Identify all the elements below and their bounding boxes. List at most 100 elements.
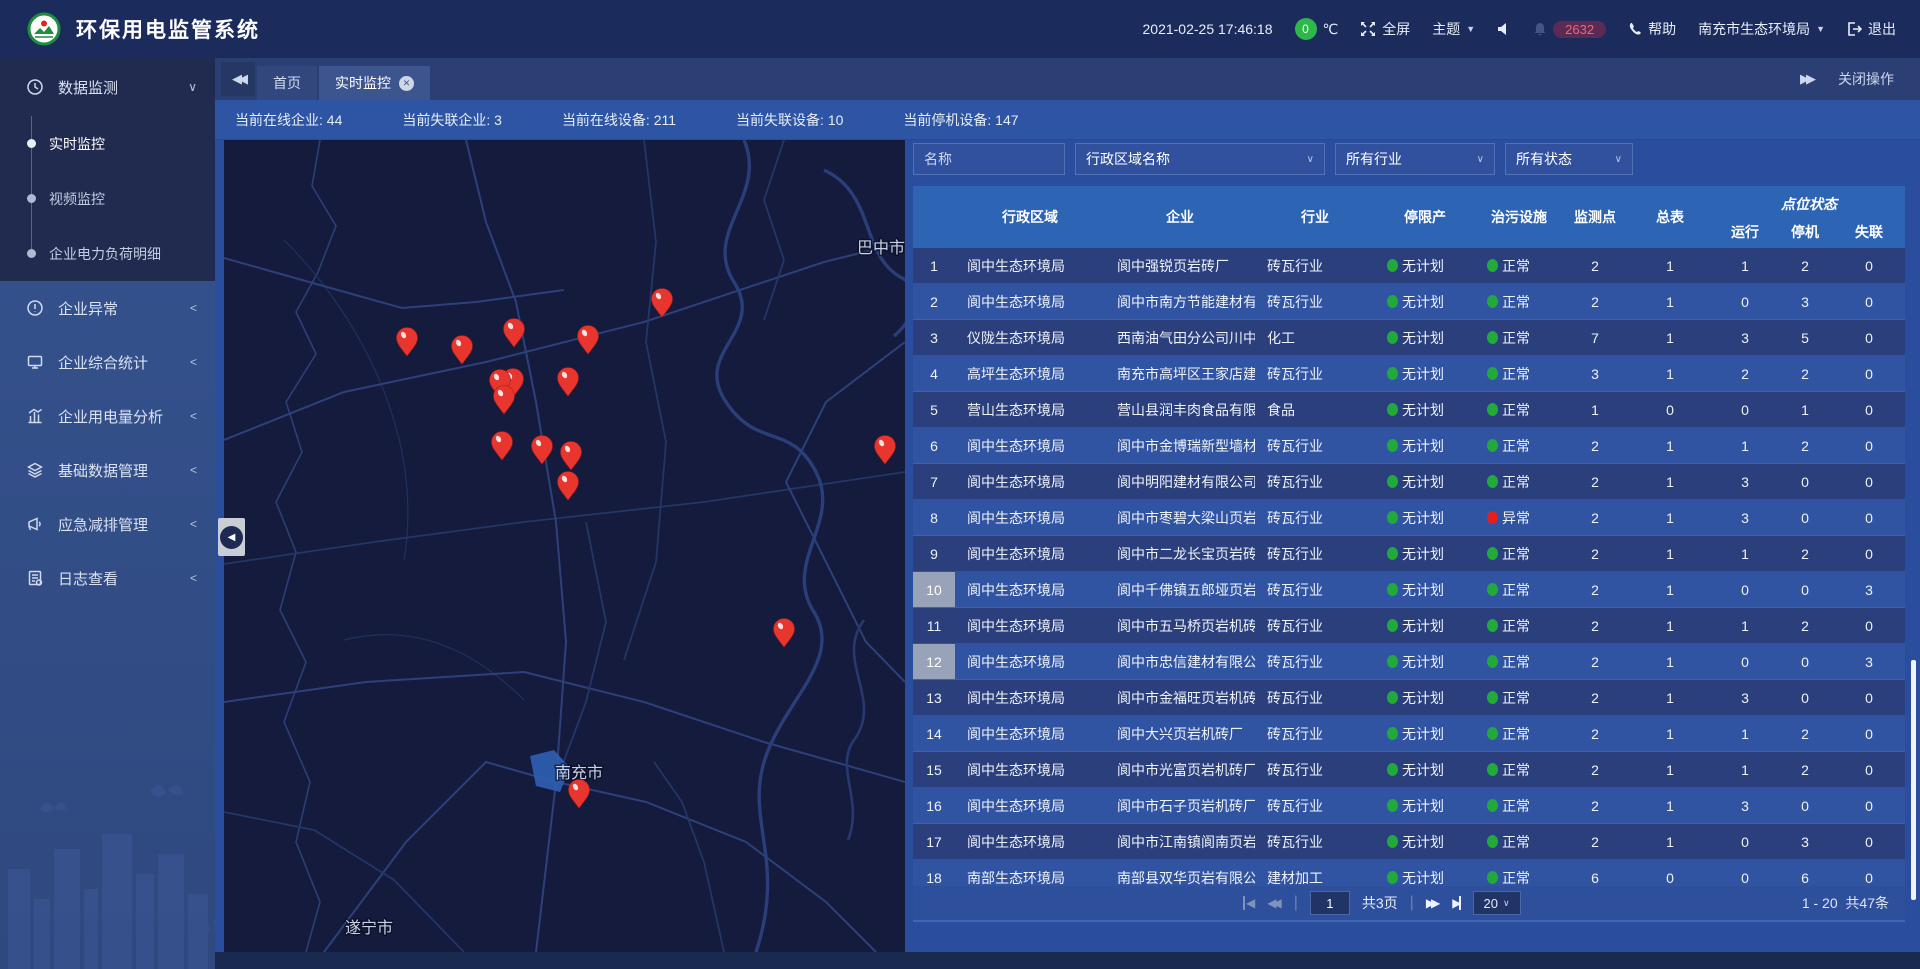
org-dropdown[interactable]: 南充市生态环境局▼ (1698, 19, 1825, 39)
column-header-停限产[interactable]: 停限产 (1375, 186, 1475, 248)
sidebar-item-企业异常[interactable]: 企业异常< (0, 281, 215, 335)
table-row[interactable]: 6阆中生态环境局阆中市金博瑞新型墙材砖瓦行业无计划正常21120 (913, 428, 1905, 464)
cell-points: 1 (1563, 392, 1627, 427)
row-index: 12 (913, 644, 955, 679)
cell-company: 阆中市南方节能建材有 (1105, 284, 1255, 319)
cell-facility: 正常 (1475, 680, 1563, 715)
logout-button[interactable]: 退出 (1847, 19, 1896, 39)
table-row[interactable]: 3仪陇生态环境局西南油气田分公司川中化工无计划正常71350 (913, 320, 1905, 356)
page-size-select[interactable]: 20∨ (1473, 891, 1521, 915)
cell-facility: 正常 (1475, 464, 1563, 499)
app-window: 环保用电监管系统 2021-02-25 17:46:18 0 ℃ 全屏 主题▼ (0, 0, 1920, 969)
vertical-scrollbar[interactable] (1911, 660, 1916, 900)
table-header: 行政区域企业行业停限产治污设施监测点总表点位状态运行停机失联 (913, 186, 1905, 248)
table-row[interactable]: 2阆中生态环境局阆中市南方节能建材有砖瓦行业无计划正常21030 (913, 284, 1905, 320)
fullscreen-button[interactable]: 全屏 (1360, 19, 1410, 39)
status-dot-icon (1387, 367, 1398, 380)
cell-region: 阆中生态环境局 (955, 644, 1105, 679)
cell-points: 2 (1563, 572, 1627, 607)
column-header-行业[interactable]: 行业 (1255, 186, 1375, 248)
sidebar-item-基础数据管理[interactable]: 基础数据管理< (0, 443, 215, 497)
tabs-scroll-left-button[interactable]: ◀◀ (221, 62, 255, 96)
table-row[interactable]: 5营山生态环境局营山县润丰肉食品有限食品无计划正常10010 (913, 392, 1905, 428)
column-header-治污设施[interactable]: 治污设施 (1475, 186, 1563, 248)
cell-facility: 正常 (1475, 644, 1563, 679)
cell-company: 阆中市五马桥页岩机砖 (1105, 608, 1255, 643)
sidebar-item-日志查看[interactable]: 日志查看< (0, 551, 215, 605)
sidebar-item-应急减排管理[interactable]: 应急减排管理< (0, 497, 215, 551)
status-dot-icon (1387, 835, 1398, 848)
column-header-停机[interactable]: 停机 (1777, 216, 1833, 248)
help-button[interactable]: 帮助 (1628, 19, 1676, 39)
table-row[interactable]: 9阆中生态环境局阆中市二龙长宝页岩砖砖瓦行业无计划正常21120 (913, 536, 1905, 572)
sidebar-subitem-企业电力负荷明细[interactable]: 企业电力负荷明细 (0, 226, 215, 281)
table-row[interactable]: 18南部生态环境局南部县双华页岩有限公建材加工无计划正常60060 (913, 860, 1905, 888)
sidebar-item-label: 企业用电量分析 (58, 406, 163, 427)
cell-meters: 1 (1627, 356, 1713, 391)
name-filter[interactable] (913, 143, 1065, 175)
tabs-scroll-right-button[interactable]: ▶▶ (1800, 71, 1812, 87)
column-header-运行[interactable]: 运行 (1713, 216, 1777, 248)
city-label-遂宁市: 遂宁市 (345, 919, 393, 937)
map-panel[interactable]: 巴中市南充市遂宁市 ◀ (224, 140, 905, 952)
close-operations-button[interactable]: 关闭操作 (1838, 69, 1894, 89)
status-filter-select[interactable]: 所有状态∨ (1505, 143, 1633, 175)
tab-实时监控[interactable]: 实时监控 ✕ (319, 66, 430, 100)
chevron-down-icon: ∨ (1615, 154, 1622, 165)
status-dot-icon (1487, 655, 1498, 668)
region-filter-select[interactable]: 行政区域名称∨ (1075, 143, 1325, 175)
cell-limit: 无计划 (1375, 428, 1475, 463)
table-row[interactable]: 10阆中生态环境局阆中千佛镇五郎垭页岩砖瓦行业无计划正常21003 (913, 572, 1905, 608)
tab-首页[interactable]: 首页 (257, 66, 317, 100)
table-row[interactable]: 7阆中生态环境局阆中明阳建材有限公司砖瓦行业无计划正常21300 (913, 464, 1905, 500)
table-row[interactable]: 14阆中生态环境局阆中大兴页岩机砖厂砖瓦行业无计划正常21120 (913, 716, 1905, 752)
page-number-input[interactable] (1310, 891, 1350, 915)
sidebar-subitem-视频监控[interactable]: 视频监控 (0, 171, 215, 226)
status-dot-icon (1387, 763, 1398, 776)
table-row[interactable]: 16阆中生态环境局阆中市石子页岩机砖厂砖瓦行业无计划正常21300 (913, 788, 1905, 824)
datetime: 2021-02-25 17:46:18 (1143, 21, 1273, 37)
cell-industry: 砖瓦行业 (1255, 788, 1375, 823)
cell-facility: 正常 (1475, 788, 1563, 823)
temperature-unit: ℃ (1323, 21, 1339, 38)
table-row[interactable]: 1阆中生态环境局阆中强锐页岩砖厂砖瓦行业无计划正常21120 (913, 248, 1905, 284)
table-row[interactable]: 13阆中生态环境局阆中市金福旺页岩机砖砖瓦行业无计划正常21300 (913, 680, 1905, 716)
sidebar-subitem-实时监控[interactable]: 实时监控 (0, 116, 215, 171)
chevron-left-icon: < (190, 517, 197, 531)
sidebar-item-企业综合统计[interactable]: 企业综合统计< (0, 335, 215, 389)
next-page-button[interactable]: ▶▶ (1426, 896, 1440, 910)
table-body: 1阆中生态环境局阆中强锐页岩砖厂砖瓦行业无计划正常211202阆中生态环境局阆中… (913, 248, 1905, 888)
cell-run: 0 (1713, 572, 1777, 607)
table-row[interactable]: 11阆中生态环境局阆中市五马桥页岩机砖砖瓦行业无计划正常21120 (913, 608, 1905, 644)
table-row[interactable]: 12阆中生态环境局阆中市忠信建材有限公砖瓦行业无计划正常21003 (913, 644, 1905, 680)
total-pages-label: 共3页 (1362, 893, 1398, 913)
cell-meters: 1 (1627, 248, 1713, 283)
sidebar-subitem-label: 实时监控 (49, 134, 105, 154)
chevron-left-icon: < (190, 355, 197, 369)
column-header-总表[interactable]: 总表 (1627, 186, 1713, 248)
sidebar-item-数据监测[interactable]: 数据监测∨ (0, 58, 215, 116)
column-header-失联[interactable]: 失联 (1833, 216, 1905, 248)
row-index: 18 (913, 860, 955, 888)
theme-dropdown[interactable]: 主题▼ (1432, 19, 1475, 39)
prev-page-button[interactable]: ◀◀ (1267, 896, 1281, 910)
announcement-toggle[interactable] (1497, 22, 1511, 36)
column-header-监测点[interactable]: 监测点 (1563, 186, 1627, 248)
first-page-button[interactable]: ◀ (1243, 896, 1255, 910)
table-row[interactable]: 4高坪生态环境局南充市高坪区王家店建砖瓦行业无计划正常31220 (913, 356, 1905, 392)
column-header-行政区域[interactable]: 行政区域 (955, 186, 1105, 248)
table-row[interactable]: 15阆中生态环境局阆中市光富页岩机砖厂砖瓦行业无计划正常21120 (913, 752, 1905, 788)
map-collapse-button[interactable]: ◀ (218, 518, 245, 556)
sidebar-item-企业用电量分析[interactable]: 企业用电量分析< (0, 389, 215, 443)
close-icon[interactable]: ✕ (399, 76, 414, 91)
name-filter-input[interactable] (924, 151, 1054, 167)
last-page-button[interactable]: ▶ (1452, 896, 1460, 910)
column-header-企业[interactable]: 企业 (1105, 186, 1255, 248)
table-row[interactable]: 8阆中生态环境局阆中市枣碧大梁山页岩砖瓦行业无计划异常21300 (913, 500, 1905, 536)
map-canvas[interactable]: 巴中市南充市遂宁市 (224, 140, 905, 952)
notifications[interactable]: 2632 (1533, 21, 1606, 38)
cell-company: 阆中市二龙长宝页岩砖 (1105, 536, 1255, 571)
industry-filter-select[interactable]: 所有行业∨ (1335, 143, 1495, 175)
tab-label: 实时监控 (335, 73, 391, 93)
table-row[interactable]: 17阆中生态环境局阆中市江南镇阆南页岩砖瓦行业无计划正常21030 (913, 824, 1905, 860)
